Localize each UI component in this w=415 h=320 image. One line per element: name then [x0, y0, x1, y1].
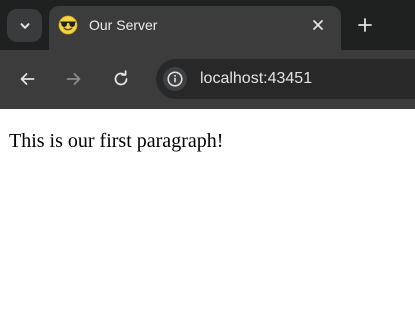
close-icon[interactable]	[308, 15, 328, 35]
sunglasses-emoji-icon	[58, 15, 78, 35]
url-text[interactable]: localhost:43451	[200, 68, 312, 90]
page-content: This is our first paragraph!	[0, 109, 415, 320]
address-bar[interactable]: localhost:43451	[156, 59, 415, 99]
arrow-right-icon	[65, 70, 83, 88]
paragraph: This is our first paragraph!	[9, 130, 224, 152]
reload-button[interactable]	[108, 66, 134, 92]
tab-strip: Our Server	[0, 0, 415, 50]
browser-window: Our Server localhost:43451 This is our f…	[0, 0, 415, 320]
plus-icon	[358, 18, 372, 32]
info-icon	[167, 71, 183, 87]
arrow-left-icon	[18, 70, 36, 88]
reload-icon	[112, 70, 130, 88]
site-info-button[interactable]	[163, 67, 187, 91]
back-button[interactable]	[14, 66, 40, 92]
toolbar: localhost:43451	[0, 50, 415, 109]
forward-button[interactable]	[61, 66, 87, 92]
new-tab-button[interactable]	[352, 12, 378, 38]
tab-title: Our Server	[89, 17, 158, 33]
tab-active[interactable]: Our Server	[49, 6, 341, 50]
chevron-down-icon	[19, 20, 31, 32]
tab-search-button[interactable]	[7, 9, 42, 42]
